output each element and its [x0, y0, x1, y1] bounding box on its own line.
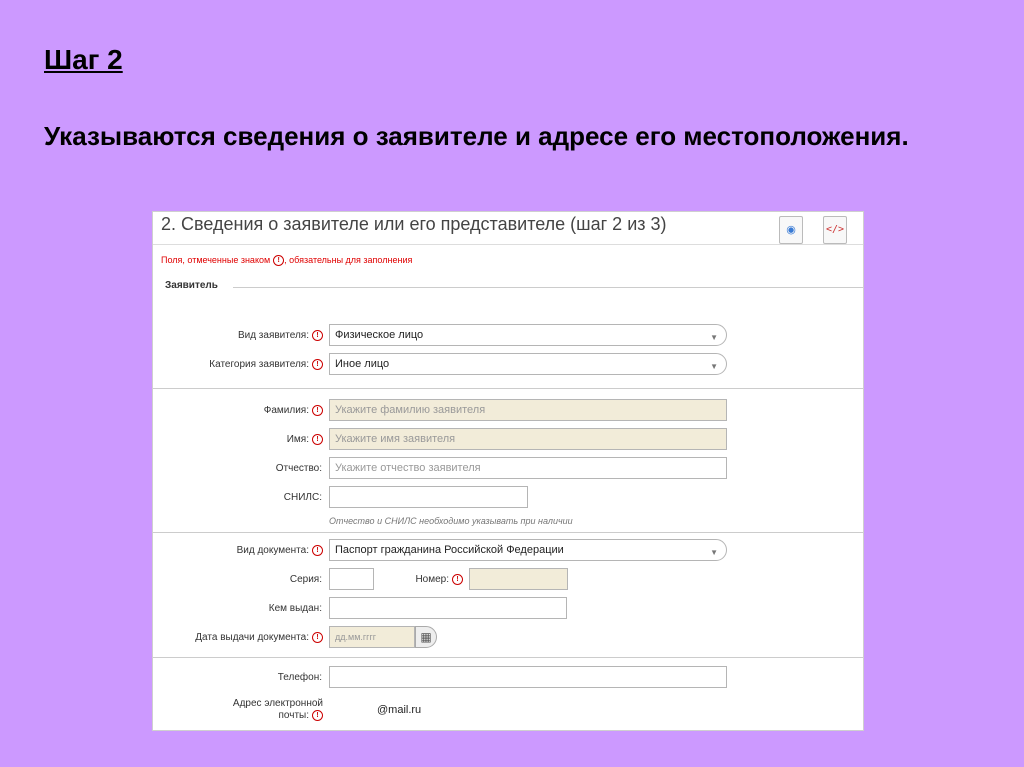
- snils-input[interactable]: [329, 486, 528, 508]
- required-marker-icon: !: [312, 359, 323, 370]
- section-divider: [233, 287, 863, 288]
- email-redacted: [329, 705, 377, 717]
- email-label-line2: почты:: [278, 710, 309, 722]
- divider: [153, 532, 863, 533]
- required-marker-icon: !: [273, 255, 285, 267]
- phone-input[interactable]: [329, 666, 727, 688]
- surname-input[interactable]: Укажите фамилию заявителя: [329, 399, 727, 421]
- required-marker-icon: !: [312, 330, 323, 341]
- surname-label-text: Фамилия:: [263, 405, 309, 417]
- section-label: Заявитель: [165, 280, 218, 291]
- form-title: 2. Сведения о заявителе или его представ…: [161, 214, 667, 234]
- applicant-category-select[interactable]: Иное лицо ▼: [329, 353, 727, 375]
- issue-date-label-text: Дата выдачи документа:: [195, 632, 309, 644]
- doc-type-label: Вид документа:!: [153, 545, 323, 557]
- slide-text: Указываются сведения о заявителе и адрес…: [44, 121, 909, 151]
- required-marker-icon: !: [312, 405, 323, 416]
- issue-date-label: Дата выдачи документа:!: [153, 632, 323, 644]
- email-label-line1: Адрес электронной: [232, 698, 323, 709]
- applicant-type-label-text: Вид заявителя:: [237, 330, 309, 342]
- doc-type-value: Паспорт гражданина Российской Федерации: [335, 544, 564, 556]
- name-input[interactable]: Укажите имя заявителя: [329, 428, 727, 450]
- snils-label: СНИЛС:: [283, 492, 322, 503]
- eye-icon[interactable]: ◉: [779, 216, 803, 244]
- issued-by-label: Кем выдан:: [268, 603, 322, 614]
- required-marker-icon: !: [312, 434, 323, 445]
- applicant-type-label: Вид заявителя:!: [153, 330, 323, 342]
- applicant-category-label: Категория заявителя:!: [153, 359, 323, 371]
- required-marker-icon: !: [312, 710, 323, 721]
- applicant-category-value: Иное лицо: [335, 358, 390, 370]
- hint-text: Отчество и СНИЛС необходимо указывать пр…: [329, 516, 573, 526]
- required-marker-icon: !: [312, 545, 323, 556]
- chevron-down-icon: ▼: [710, 333, 718, 342]
- divider: [153, 388, 863, 389]
- chevron-down-icon: ▼: [710, 362, 718, 371]
- doc-type-select[interactable]: Паспорт гражданина Российской Федерации …: [329, 539, 727, 561]
- chevron-down-icon: ▼: [710, 548, 718, 557]
- applicant-type-select[interactable]: Физическое лицо ▼: [329, 324, 727, 346]
- required-note: Поля, отмеченные знаком!, обязательны дл…: [161, 255, 413, 267]
- divider: [153, 657, 863, 658]
- issue-date-placeholder: дд.мм.гггг: [335, 632, 377, 642]
- email-value[interactable]: @mail.ru: [377, 704, 421, 716]
- number-input[interactable]: [469, 568, 568, 590]
- form-screenshot: 2. Сведения о заявителе или его представ…: [152, 211, 864, 731]
- surname-label: Фамилия:!: [153, 405, 323, 417]
- patronymic-placeholder: Укажите отчество заявителя: [335, 462, 481, 474]
- title-divider: [153, 244, 863, 245]
- doc-type-label-text: Вид документа:: [236, 545, 309, 557]
- patronymic-label: Отчество:: [275, 463, 322, 474]
- required-note-text: Поля, отмеченные знаком: [161, 255, 271, 265]
- phone-label: Телефон:: [277, 672, 322, 683]
- name-placeholder: Укажите имя заявителя: [335, 433, 456, 445]
- name-label: Имя:!: [153, 434, 323, 446]
- number-label: Номер:!: [363, 574, 463, 586]
- slide-heading: Шаг 2: [44, 44, 123, 75]
- applicant-type-value: Физическое лицо: [335, 329, 424, 341]
- number-label-text: Номер:: [415, 574, 449, 586]
- applicant-category-label-text: Категория заявителя:: [209, 359, 309, 371]
- patronymic-input[interactable]: Укажите отчество заявителя: [329, 457, 727, 479]
- required-marker-icon: !: [452, 574, 463, 585]
- calendar-icon[interactable]: ▦: [415, 626, 437, 648]
- required-note-tail: , обязательны для заполнения: [284, 255, 413, 265]
- surname-placeholder: Укажите фамилию заявителя: [335, 404, 486, 416]
- issued-by-input[interactable]: [329, 597, 567, 619]
- code-icon[interactable]: </>: [823, 216, 847, 244]
- required-marker-icon: !: [312, 632, 323, 643]
- issue-date-input[interactable]: дд.мм.гггг: [329, 626, 415, 648]
- series-label: Серия:: [289, 574, 322, 585]
- name-label-text: Имя:: [286, 434, 309, 446]
- email-label: Адрес электронной почты:!: [153, 698, 323, 722]
